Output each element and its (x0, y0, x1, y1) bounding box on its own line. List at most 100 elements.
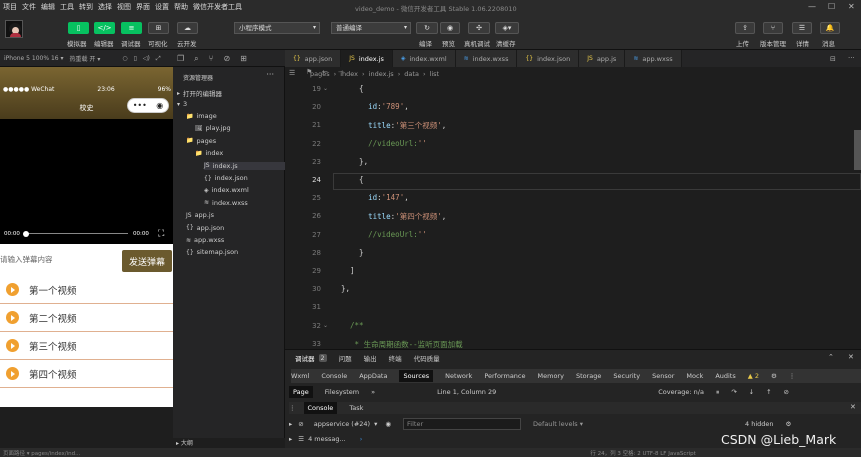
video-player[interactable]: 00:00 00:00 ⛶ (0, 119, 173, 244)
editor-scrollbar[interactable] (854, 130, 861, 170)
tab-task[interactable]: Task (349, 404, 363, 412)
levels-select[interactable]: Default levels ▾ (533, 420, 583, 428)
editor-tab[interactable]: ◈ index.wxml (392, 50, 456, 67)
devtools-panel-tab[interactable]: Network (445, 372, 472, 380)
file-tree-item[interactable]: JS app.js (186, 211, 214, 219)
video-list-item[interactable]: 第一个视频 (0, 276, 173, 304)
devtools-panel-tab[interactable]: Performance (484, 372, 525, 380)
code-line[interactable]: { (341, 84, 364, 93)
file-tree-item[interactable]: 📁 pages (186, 137, 216, 145)
devtools-panel-tab[interactable]: Memory (538, 372, 564, 380)
sidebar-toggle-icon[interactable]: ▸ (289, 420, 292, 428)
messages-button[interactable]: 🔔 (820, 22, 840, 34)
devtools-panel-tab[interactable]: Security (613, 372, 640, 380)
expand-icon[interactable]: ⤢ (156, 55, 161, 63)
phone-rotate-icon[interactable]: ▯ (134, 55, 137, 62)
tab-output[interactable]: 输出 (364, 353, 377, 363)
debugger-button[interactable]: ≡ (121, 22, 142, 34)
close-console-icon[interactable]: ✕ (850, 403, 856, 411)
back-icon[interactable]: ← (322, 68, 328, 76)
file-tree-item[interactable]: JS index.js (204, 161, 285, 170)
more-vertical-icon[interactable]: ⋮ (789, 372, 796, 380)
file-tree-item[interactable]: 📁 index (195, 149, 223, 157)
split-editor-icon[interactable]: ⊟ (830, 55, 836, 63)
file-tree-item[interactable]: ◈ index.wxml (204, 186, 249, 194)
cloud-button[interactable]: ☁ (177, 22, 198, 34)
chevron-up-icon[interactable]: ⌃ (828, 353, 834, 361)
menu-item[interactable]: 视图 (117, 2, 131, 12)
menu-item[interactable]: 项目 (3, 2, 17, 12)
record-icon[interactable]: ○ (122, 55, 127, 62)
pause-icon[interactable]: ⏸ (716, 388, 719, 397)
file-icon[interactable]: ❐ (177, 54, 184, 63)
fullscreen-icon[interactable]: ⛶ (158, 229, 164, 239)
expand-icon[interactable]: ▸ (289, 435, 292, 443)
menu-item[interactable]: 界面 (136, 2, 150, 12)
settings-icon[interactable]: ⚙ (771, 372, 777, 380)
devtools-panel-tab[interactable]: Sensor (652, 372, 674, 380)
extensions-icon[interactable]: ⊞ (240, 54, 247, 63)
version-button[interactable]: ⑂ (763, 22, 783, 34)
devtools-panel-tab[interactable]: Storage (576, 372, 601, 380)
tab-more[interactable]: » (371, 388, 375, 396)
tab-debugger[interactable]: 调试器 (295, 353, 315, 363)
editor-tab[interactable]: JS index.js (341, 50, 393, 67)
fold-icon[interactable]: ⌄ (323, 322, 328, 329)
real-debug-button[interactable]: ✣ (468, 22, 490, 34)
minimize-icon[interactable]: — (808, 2, 816, 11)
breadcrumb-item[interactable]: index.js (369, 70, 394, 78)
mode-select[interactable]: 小程序模式 ▾ (234, 22, 320, 34)
visual-button[interactable]: ⊞ (148, 22, 169, 34)
preview-button[interactable]: ◉ (440, 22, 460, 34)
bookmark-icon[interactable]: ⚑ (306, 68, 312, 76)
code-line[interactable]: title:'第四个视频', (341, 211, 446, 222)
simulator-button[interactable]: ▯ (68, 22, 89, 34)
code-editor[interactable]: 19 {20 id:'789', 21 title:'第三个视频', 22 //vi… (285, 81, 861, 349)
send-danmu-button[interactable]: 发送弹幕 (122, 250, 172, 272)
file-tree-item[interactable]: 🖼 play.jpg (195, 124, 231, 132)
tab-console[interactable]: Console (303, 402, 338, 414)
code-line[interactable]: ] (341, 266, 355, 275)
more-actions-icon[interactable]: ··· (848, 54, 855, 62)
clear-cache-button[interactable]: ◈▾ (495, 22, 519, 34)
tab-filesystem[interactable]: Filesystem (325, 388, 359, 396)
code-line[interactable]: //videoUrl:'' (341, 230, 427, 239)
editor-tab[interactable]: {} index.json (517, 50, 580, 67)
editor-button[interactable]: </> (94, 22, 115, 34)
tab-terminal[interactable]: 终端 (389, 353, 402, 363)
danmu-input[interactable]: 请输入弹幕内容 (0, 254, 53, 265)
menu-item[interactable]: 微信开发者工具 (193, 2, 242, 12)
menu-item[interactable]: 转到 (79, 2, 93, 12)
close-icon[interactable]: ✕ (848, 2, 855, 11)
capsule-menu[interactable]: ••• ◉ (127, 98, 169, 113)
devtools-panel-tab[interactable]: AppData (359, 372, 387, 380)
upload-button[interactable]: ⇪ (735, 22, 755, 34)
settings-icon[interactable]: ⚙ (786, 420, 792, 428)
step-over-icon[interactable]: ↷ (731, 388, 736, 396)
code-line[interactable]: id:'789', (341, 102, 409, 111)
code-line[interactable]: //videoUrl:'' (341, 139, 427, 148)
tab-code-quality[interactable]: 代码质量 (414, 353, 440, 363)
editor-tab[interactable]: JS app.js (579, 50, 626, 67)
more-icon[interactable]: ··· (266, 70, 274, 79)
context-select[interactable]: appservice (#24) (314, 420, 370, 428)
menu-item[interactable]: 设置 (155, 2, 169, 12)
editor-tab[interactable]: ≋ index.wxss (455, 50, 518, 67)
code-line[interactable]: * 生命周期函数--监听页面加载 (341, 339, 463, 349)
menu-item[interactable]: 工具 (60, 2, 74, 12)
status-left[interactable]: 页面路径 ▾ pages/index/ind... (3, 449, 80, 457)
video-list-item[interactable]: 第四个视频 (0, 360, 173, 388)
step-into-icon[interactable]: ↓ (749, 388, 754, 396)
menu-item[interactable]: 编辑 (41, 2, 55, 12)
deactivate-icon[interactable]: ⊘ (784, 388, 789, 396)
close-panel-icon[interactable]: ✕ (848, 353, 854, 361)
fold-icon[interactable]: ⌄ (323, 85, 328, 92)
warning-count[interactable]: ▲ 2 (748, 372, 759, 380)
file-tree-item[interactable]: {} app.json (186, 224, 224, 232)
step-out-icon[interactable]: ↑ (766, 388, 771, 396)
file-tree-item[interactable]: ≋ app.wxss (186, 236, 224, 244)
debug-run-icon[interactable]: ⊘ (223, 54, 230, 63)
device-select[interactable]: iPhone 5 100% 16 ▾ (4, 55, 64, 62)
outline-section[interactable]: ▸ 大纲 (176, 438, 193, 447)
tab-problems[interactable]: 问题 (339, 353, 352, 363)
